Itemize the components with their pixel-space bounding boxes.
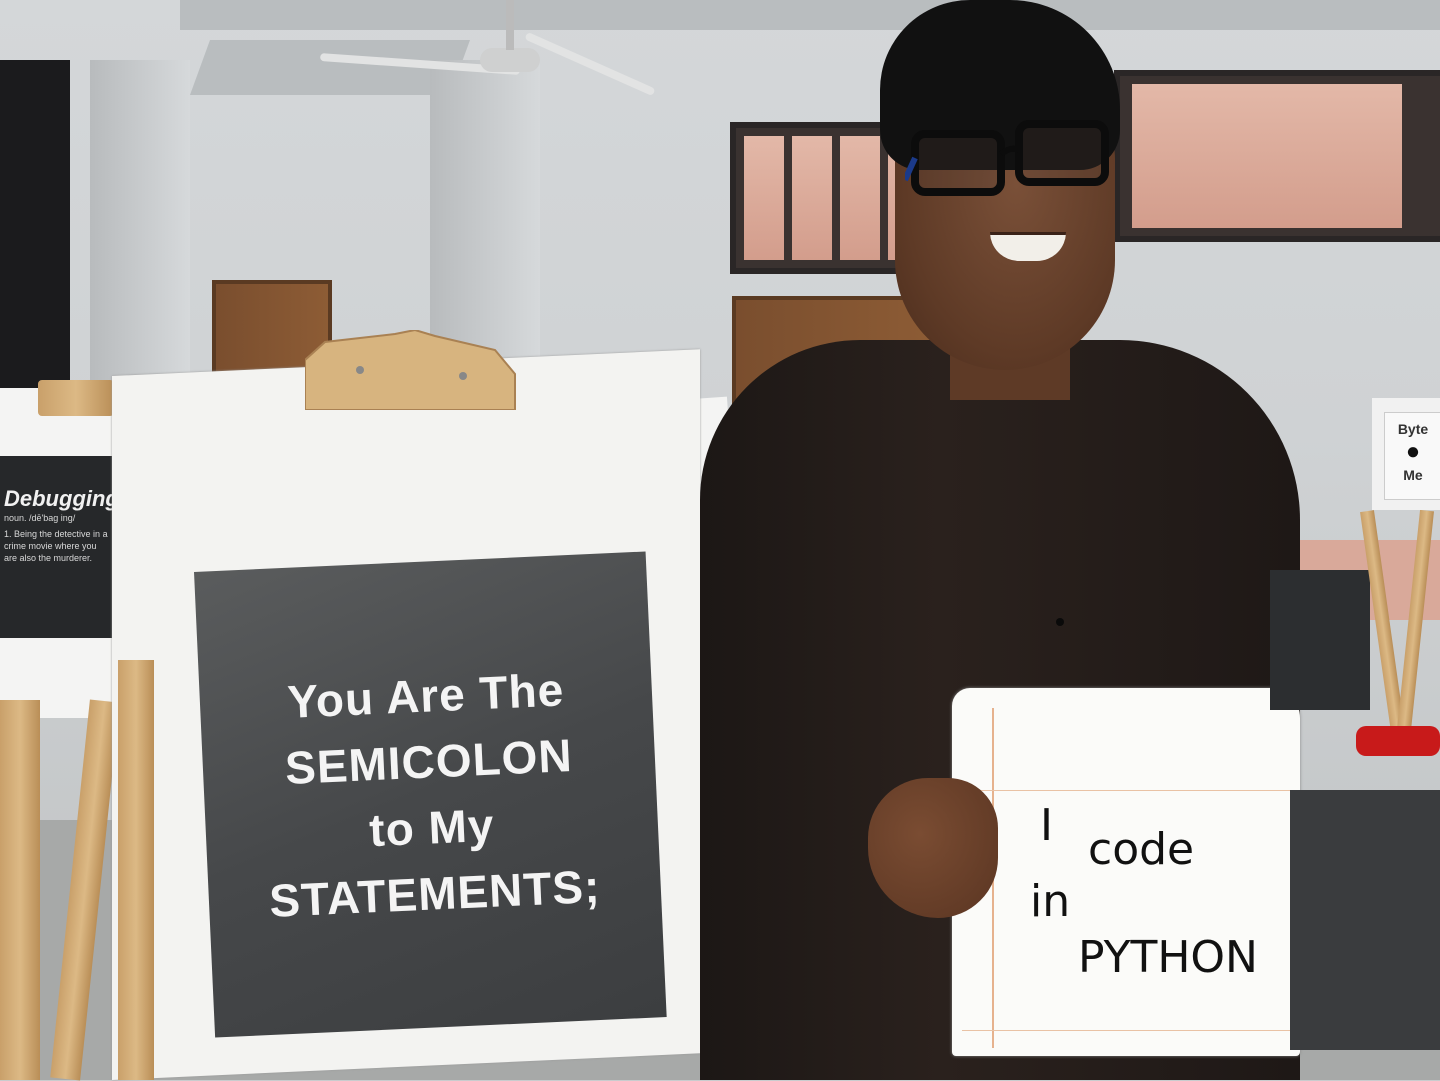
- debugging-card: Debugging noun. /dē'bag ing/ 1. Being th…: [0, 456, 119, 638]
- main-easel-leg: [118, 660, 154, 1080]
- main-sign-line2: SEMICOLON: [284, 729, 574, 795]
- byte-me-card: Byte ● Me: [1384, 412, 1440, 500]
- main-sign-line4: STATEMENTS;: [268, 859, 602, 927]
- debugging-definition: 1. Being the detective in a crime movie …: [4, 529, 108, 563]
- dark-doorway-left: [0, 60, 70, 400]
- notepad-word-python: PYTHON: [1078, 932, 1258, 983]
- debugging-title: Debugging: [4, 486, 119, 511]
- main-sign-line3: to My: [368, 798, 496, 857]
- byte-sign-line1: Byte: [1397, 421, 1429, 437]
- notepad-word-i: I: [1040, 800, 1053, 851]
- glasses-icon: [905, 120, 1109, 196]
- shirt-button: [1056, 618, 1064, 626]
- notepad-rule: [962, 790, 1292, 791]
- left-easel-clip: [38, 380, 114, 416]
- red-cloth: [1356, 726, 1440, 756]
- main-sign-line1: You Are The: [286, 663, 566, 728]
- notepad-word-in: in: [1030, 876, 1071, 927]
- debugging-pronunciation: noun. /dē'bag ing/: [4, 513, 76, 523]
- notepad-rule: [962, 1030, 1292, 1031]
- left-easel-leg: [0, 700, 40, 1080]
- person-hand: [868, 778, 998, 918]
- main-easel-clip: [305, 330, 516, 410]
- pillar-left: [90, 60, 190, 400]
- byte-sign-line2: Me: [1403, 467, 1423, 483]
- window-right: [1114, 70, 1440, 242]
- ceiling-fan-hub: [480, 48, 540, 72]
- ceiling-beam: [180, 0, 1440, 30]
- background-table: [1270, 570, 1370, 710]
- semicolon-sign-panel: You Are The SEMICOLON to My STATEMENTS;: [194, 551, 667, 1038]
- notepad-word-code: code: [1088, 824, 1195, 875]
- apple-logo-icon: ●: [1405, 438, 1421, 465]
- ceiling-fan-rod: [506, 0, 514, 50]
- background-table: [1290, 790, 1440, 1050]
